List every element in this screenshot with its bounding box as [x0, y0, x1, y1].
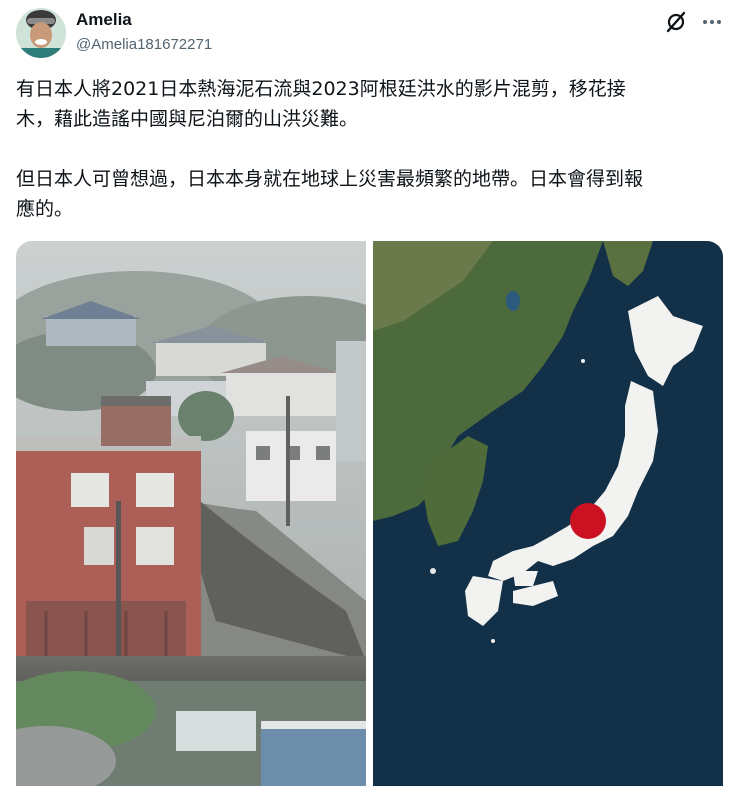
mudslide-photo[interactable] [16, 241, 366, 786]
tweet-line: 木，藉此造謠中國與尼泊爾的山洪災難。 [16, 108, 359, 130]
tweet-line: 有日本人將2021日本熱海泥石流與2023阿根廷洪水的影片混剪，移花接 [16, 78, 626, 100]
tweet-line: 但日本人可曾想過，日本本身就在地球上災害最頻繁的地帶。日本會得到報 [16, 168, 644, 190]
tweet-media [16, 241, 723, 786]
grok-icon[interactable] [664, 10, 688, 34]
display-name[interactable]: Amelia [76, 10, 132, 30]
avatar[interactable] [16, 8, 66, 58]
japan-map-image[interactable] [373, 241, 723, 786]
more-icon[interactable] [700, 10, 724, 34]
tweet-line: 應的。 [16, 198, 74, 220]
avatar-image [16, 8, 66, 58]
user-handle[interactable]: @Amelia181672271 [76, 36, 212, 53]
tweet-text: 有日本人將2021日本熱海泥石流與2023阿根廷洪水的影片混剪，移花接 木，藉此… [16, 74, 721, 224]
